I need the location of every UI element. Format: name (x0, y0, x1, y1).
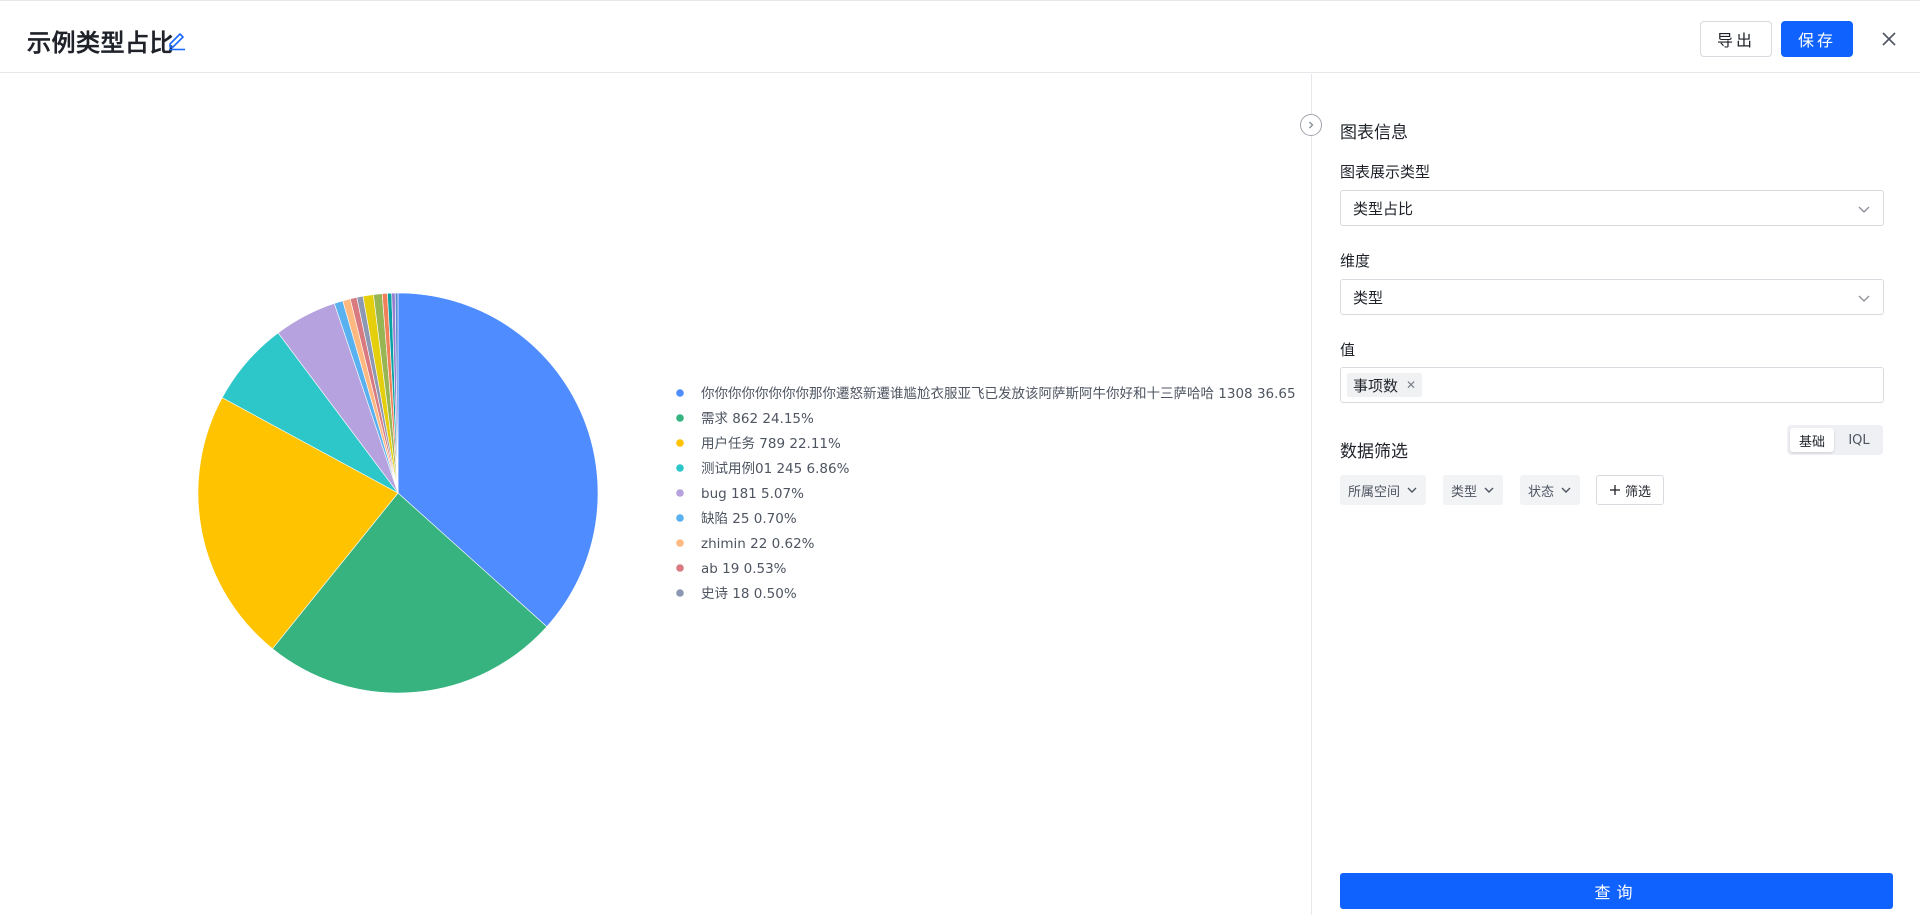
chart-config-panel: 图表信息 图表展示类型 类型占比 维度 类型 值 事项数 ✕ 数据筛选 基础 I… (1340, 74, 1900, 915)
chart-area: 你你你你你你你你那你遷怒新遷谁尴尬衣服亚飞已发放该阿萨斯阿牛你好和十三萨哈哈 1… (0, 74, 1311, 915)
chevron-down-icon (1858, 206, 1870, 213)
filter-space-label: 所属空间 (1348, 484, 1401, 500)
legend-marker-6 (676, 539, 684, 547)
dimension-select[interactable]: 类型 (1340, 279, 1884, 315)
legend-item-8[interactable]: 史诗 18 0.50% (701, 586, 797, 602)
page-title: 示例类型占比 (27, 29, 174, 57)
dimension-label: 维度 (1340, 252, 1371, 270)
chart-type-label: 图表展示类型 (1340, 163, 1431, 181)
save-button[interactable]: 保存 (1781, 21, 1853, 57)
legend-marker-0 (676, 389, 684, 397)
filter-type-label: 类型 (1451, 484, 1478, 500)
remove-tag-icon[interactable]: ✕ (1406, 378, 1416, 392)
legend-item-0[interactable]: 你你你你你你你你那你遷怒新遷谁尴尬衣服亚飞已发放该阿萨斯阿牛你好和十三萨哈哈 1… (701, 386, 1296, 402)
section-title-chart-info: 图表信息 (1340, 123, 1408, 143)
legend-item-5[interactable]: 缺陷 25 0.70% (701, 511, 797, 527)
filter-space[interactable]: 所属空间 (1340, 475, 1427, 505)
value-tag: 事项数 ✕ (1347, 373, 1423, 397)
close-icon[interactable] (1877, 27, 1901, 51)
legend-item-3[interactable]: 测试用例01 245 6.86% (701, 461, 850, 477)
legend-item-6[interactable]: zhimin 22 0.62% (701, 536, 815, 552)
filter-status-label: 状态 (1528, 484, 1555, 500)
add-filter-button[interactable]: 筛选 (1596, 475, 1664, 505)
legend-item-2[interactable]: 用户任务 789 22.11% (701, 435, 841, 452)
legend-marker-1 (676, 414, 684, 422)
value-tag-input[interactable]: 事项数 ✕ (1340, 367, 1884, 403)
legend-marker-2 (676, 439, 684, 447)
chevron-right-circle-icon[interactable] (1300, 114, 1322, 136)
filter-type[interactable]: 类型 (1443, 475, 1504, 505)
chevron-down-icon (1561, 487, 1571, 493)
value-tag-label: 事项数 (1353, 376, 1399, 395)
chevron-down-icon (1484, 487, 1494, 493)
chart-type-value: 类型占比 (1353, 199, 1414, 218)
dimension-value: 类型 (1353, 288, 1384, 307)
query-button[interactable]: 查询 (1340, 873, 1893, 909)
legend-marker-5 (676, 514, 684, 522)
mode-iql-option[interactable]: IQL (1837, 428, 1881, 452)
pencil-icon[interactable] (166, 29, 188, 51)
plus-icon (1609, 485, 1620, 495)
chart-type-select[interactable]: 类型占比 (1340, 190, 1884, 226)
export-button[interactable]: 导出 (1700, 21, 1772, 57)
legend-marker-7 (676, 564, 684, 572)
legend-marker-8 (676, 589, 684, 597)
section-title-data-filter: 数据筛选 (1340, 442, 1408, 462)
legend-item-7[interactable]: ab 19 0.53% (701, 561, 787, 577)
add-filter-label: 筛选 (1624, 484, 1651, 500)
legend-marker-4 (676, 489, 684, 497)
filter-mode-toggle: 基础 IQL (1787, 425, 1883, 455)
header: 示例类型占比 导出 保存 (0, 0, 1920, 73)
filter-status[interactable]: 状态 (1520, 475, 1581, 505)
legend-item-4[interactable]: bug 181 5.07% (701, 486, 804, 502)
legend-marker-3 (676, 464, 684, 472)
legend-item-1[interactable]: 需求 862 24.15% (701, 411, 814, 427)
panel-divider (1311, 74, 1312, 915)
mode-basic-option[interactable]: 基础 (1790, 428, 1834, 452)
chevron-down-icon (1858, 295, 1870, 302)
chevron-down-icon (1407, 487, 1417, 493)
value-label: 值 (1340, 341, 1356, 359)
pie-chart: 你你你你你你你你那你遷怒新遷谁尴尬衣服亚飞已发放该阿萨斯阿牛你好和十三萨哈哈 1… (197, 292, 1296, 694)
